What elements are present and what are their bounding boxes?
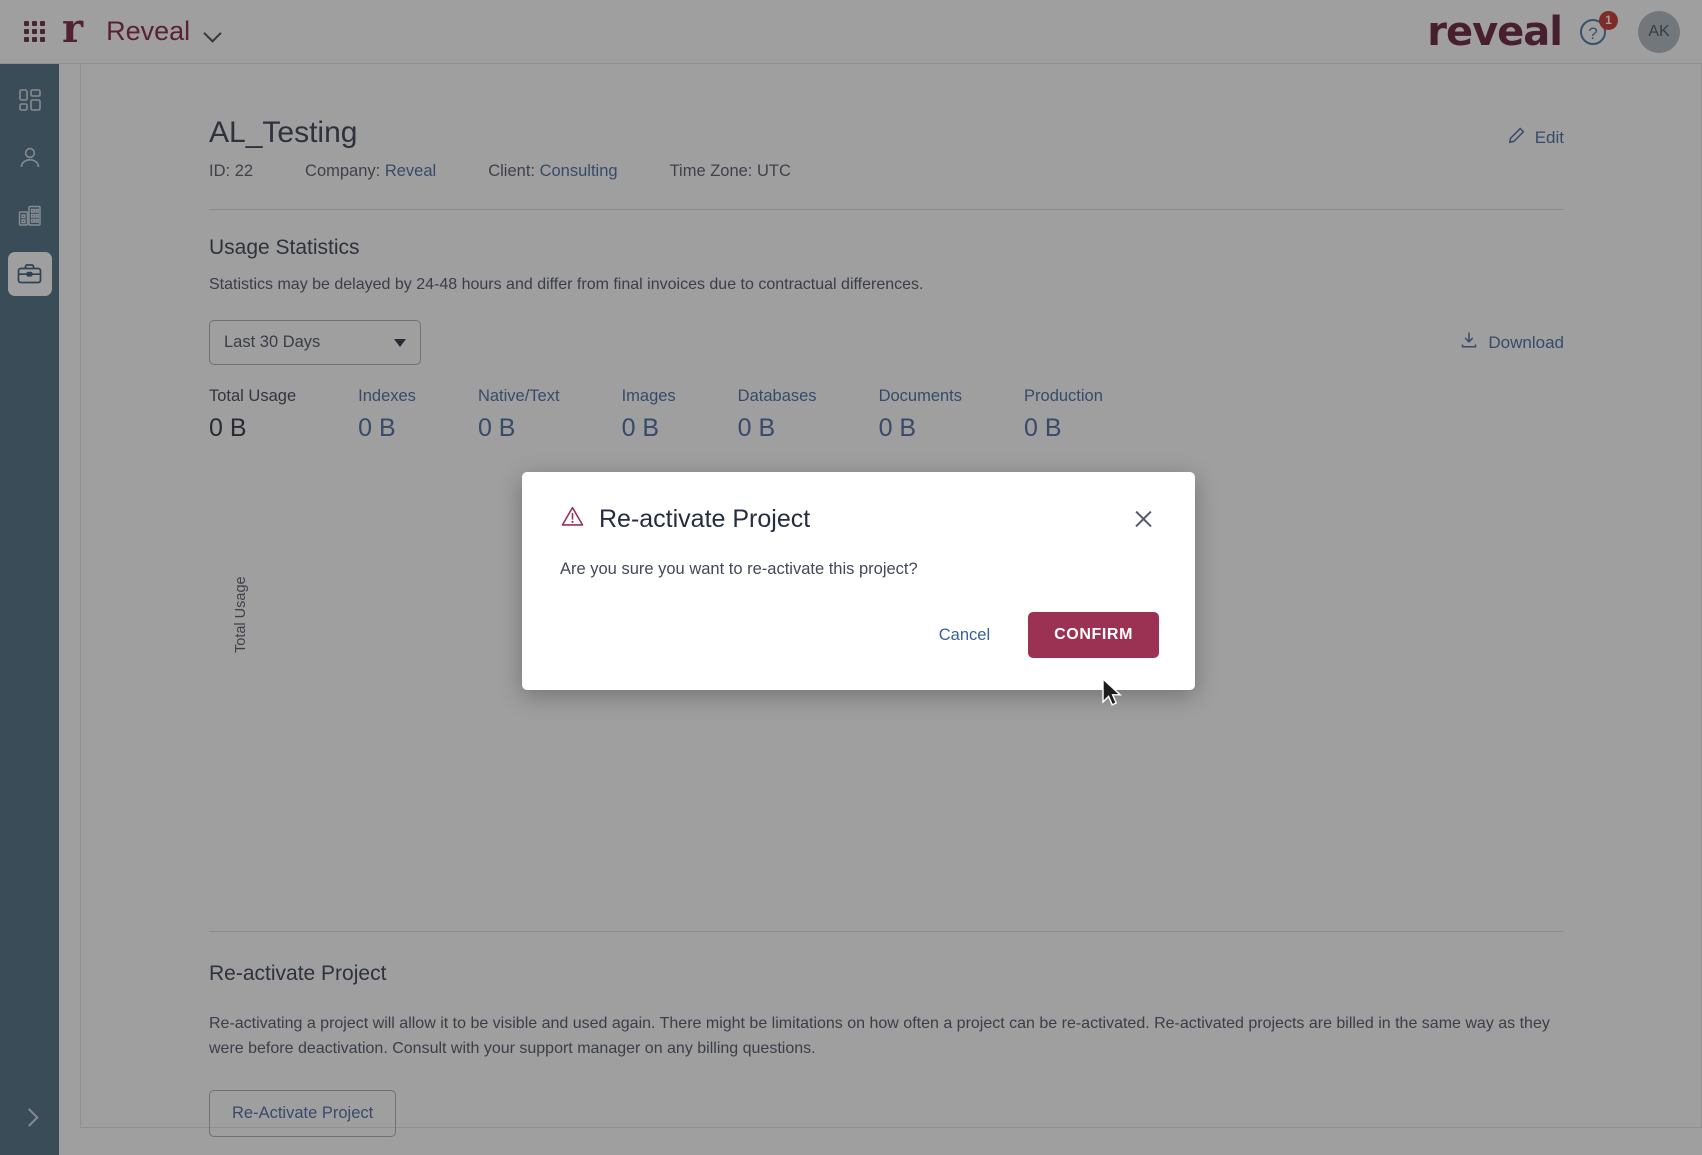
dialog-actions: Cancel CONFIRM [522, 579, 1195, 690]
confirm-button[interactable]: CONFIRM [1028, 612, 1159, 658]
dialog-message: Are you sure you want to re-activate thi… [560, 560, 918, 578]
re-activate-project-dialog: Re-activate Project Are you sure you wan… [522, 472, 1195, 690]
cancel-button[interactable]: Cancel [921, 614, 1008, 657]
dialog-header: Re-activate Project [522, 472, 1195, 534]
app-root: r Reveal reveal ? 1 AK AL_Testing Edit I… [0, 0, 1702, 1155]
dialog-title: Re-activate Project [599, 504, 811, 533]
warning-triangle-icon [560, 504, 585, 534]
close-icon[interactable] [1131, 506, 1157, 532]
